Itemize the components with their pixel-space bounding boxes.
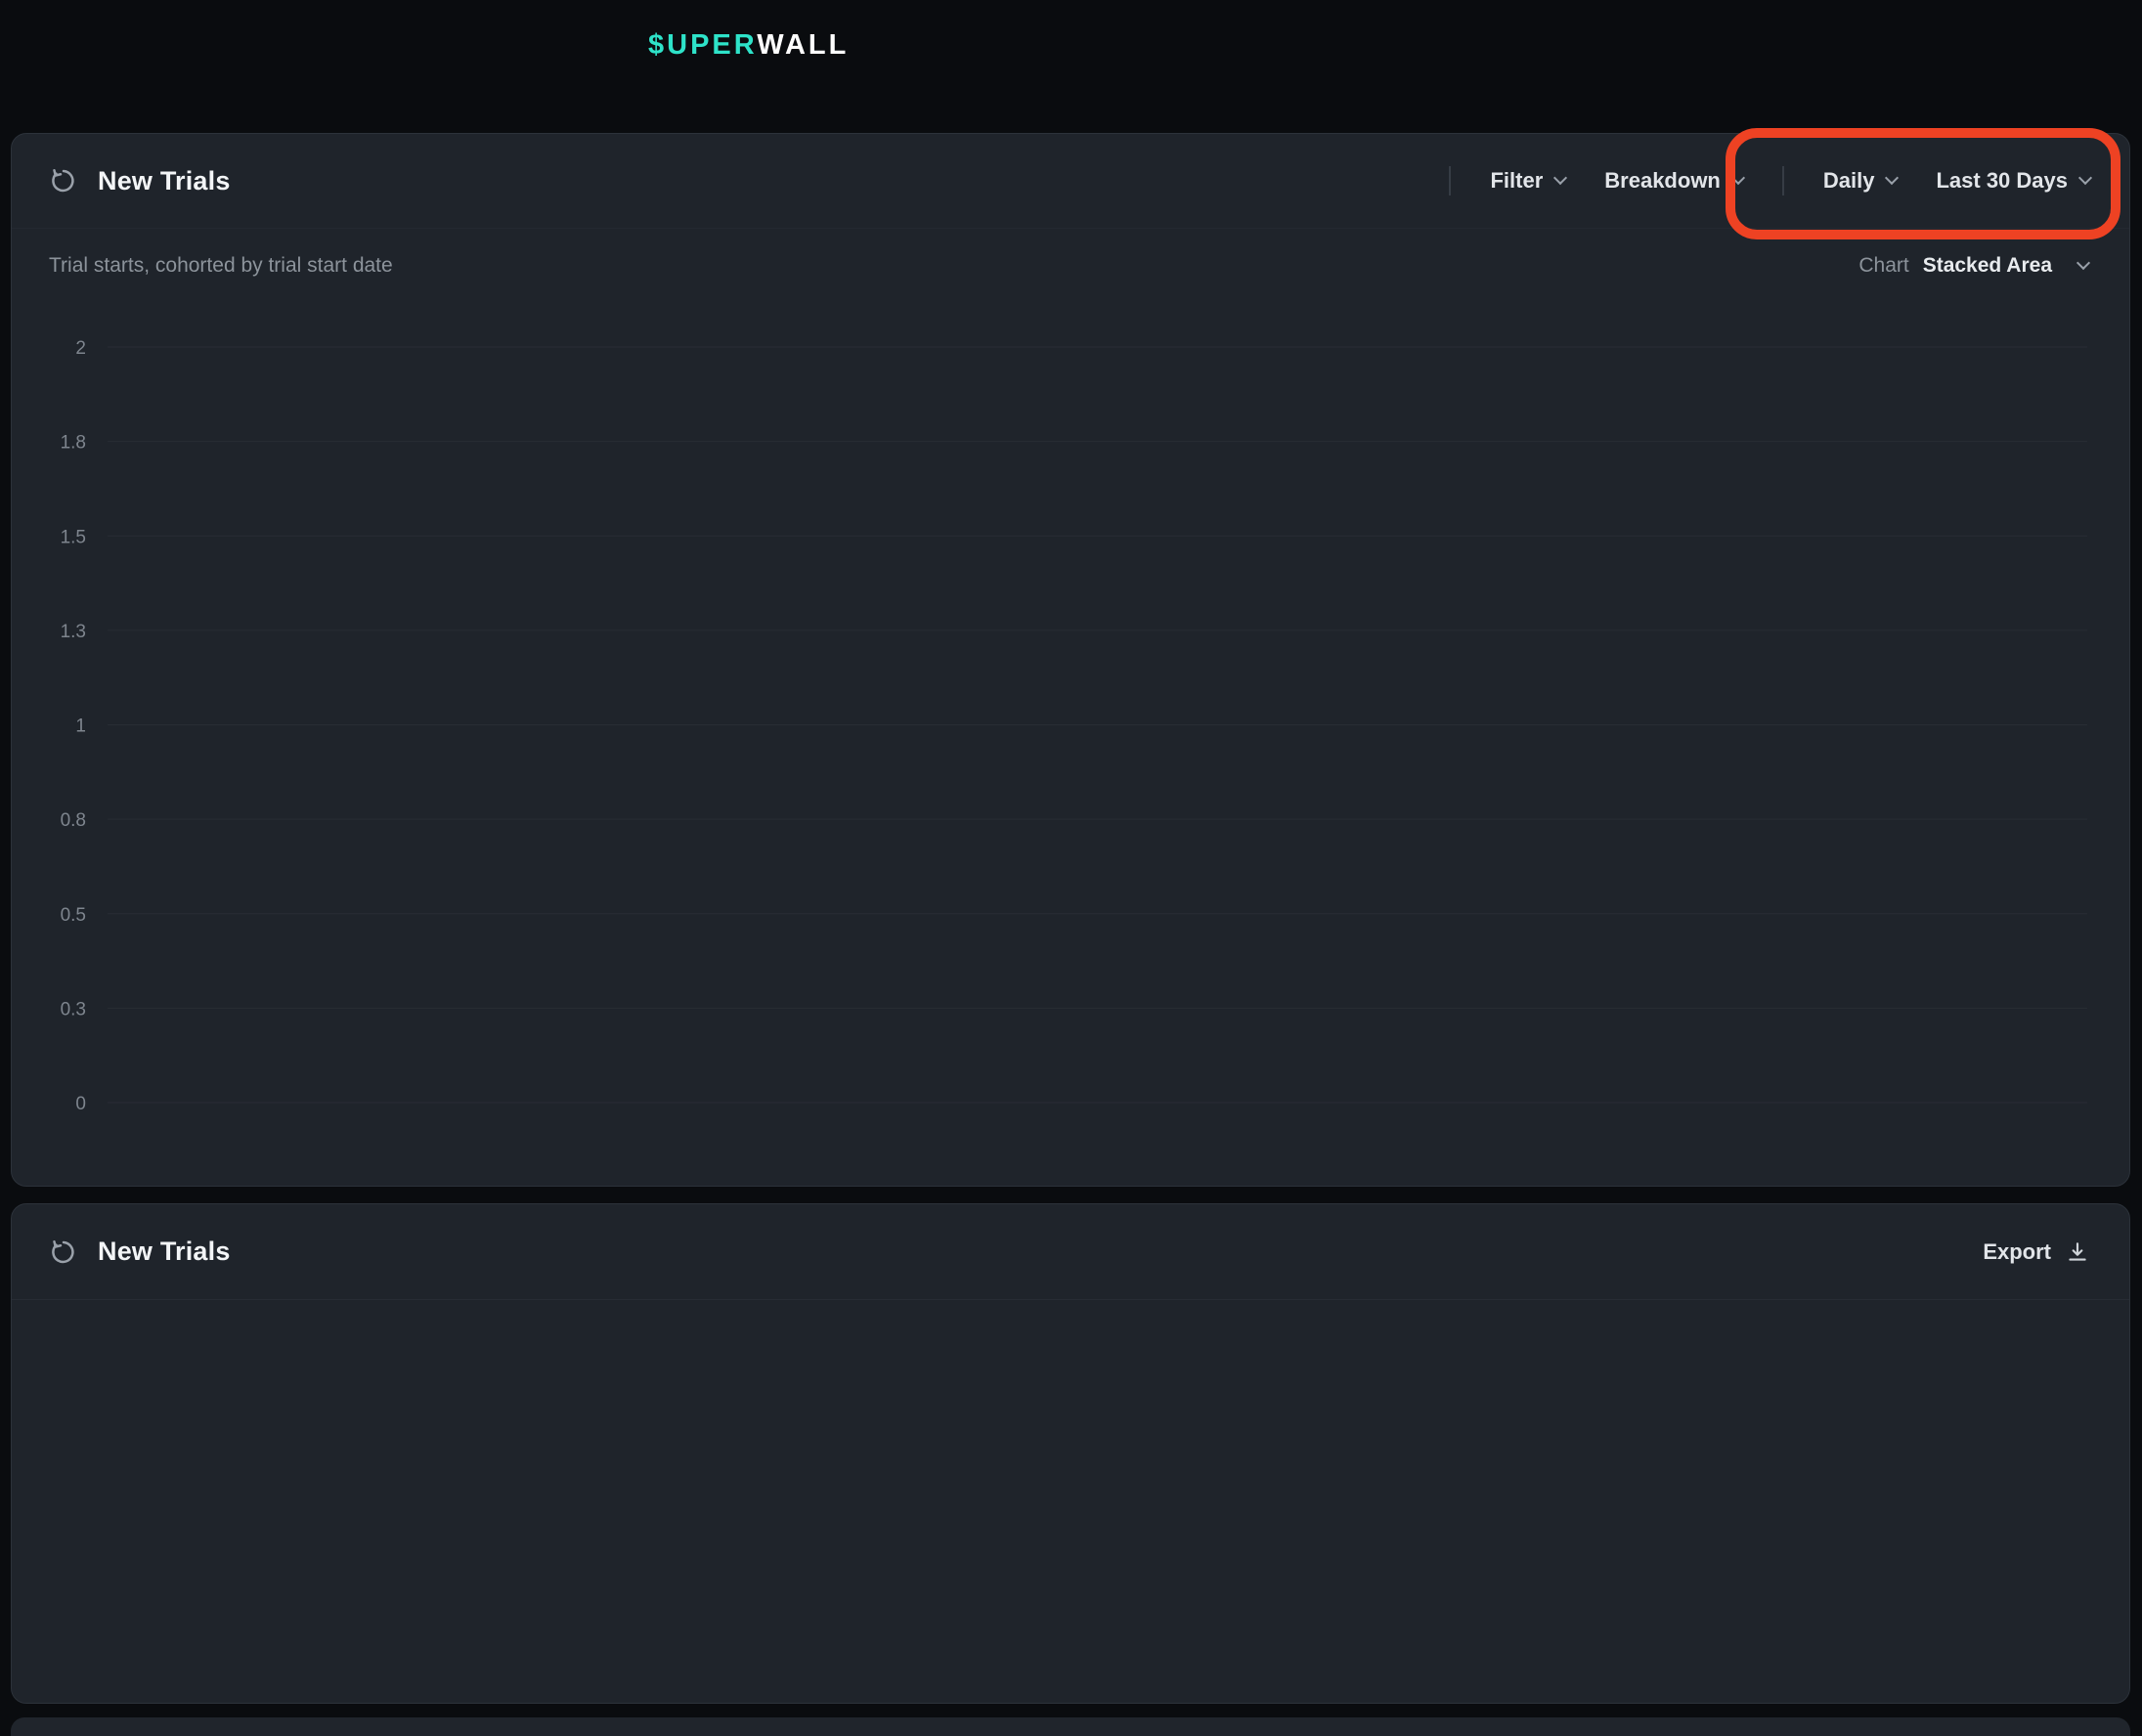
- new-trials-table-panel: New Trials Export: [11, 1203, 2130, 1704]
- history-icon: [49, 1237, 78, 1267]
- chart-subheader: Trial starts, cohorted by trial start da…: [12, 229, 2129, 278]
- chevron-down-icon: [1885, 170, 1899, 184]
- new-trials-chart-panel: New Trials Filter Breakdown Daily Last 3…: [11, 133, 2130, 1187]
- svg-text:2: 2: [75, 338, 86, 359]
- header-divider: [1782, 166, 1784, 195]
- chevron-down-icon: [2076, 255, 2090, 269]
- chart-panel-header: New Trials Filter Breakdown Daily Last 3…: [12, 134, 2129, 229]
- breakdown-button[interactable]: Breakdown: [1604, 168, 1743, 194]
- top-header: $UPERWALL: [0, 0, 2142, 108]
- interval-label: Daily: [1823, 168, 1875, 194]
- export-label: Export: [1983, 1239, 2051, 1265]
- table-panel-title: New Trials: [98, 1237, 231, 1267]
- table-panel-header: New Trials Export: [12, 1204, 2129, 1299]
- chart-type-label: Chart: [1858, 254, 1908, 278]
- svg-text:1.5: 1.5: [61, 527, 86, 547]
- chart-type-select[interactable]: Chart Stacked Area: [1858, 254, 2088, 278]
- header-divider: [1449, 166, 1451, 195]
- chevron-down-icon: [2078, 170, 2092, 184]
- chevron-down-icon: [1731, 170, 1745, 184]
- next-panel-edge: [11, 1717, 2130, 1736]
- date-range-select-button[interactable]: Last 30 Days: [1936, 168, 2090, 194]
- svg-text:0.5: 0.5: [61, 905, 86, 926]
- svg-text:0.8: 0.8: [61, 810, 86, 831]
- svg-text:1.3: 1.3: [61, 622, 86, 642]
- history-icon: [49, 166, 78, 195]
- svg-text:0.3: 0.3: [61, 999, 86, 1020]
- interval-select-button[interactable]: Daily: [1823, 168, 1898, 194]
- export-button[interactable]: Export: [1983, 1239, 2090, 1265]
- trials-area-chart: 0 0.3 0.5 0.8 1 1.3 1.5 1.8 2: [12, 134, 2130, 1187]
- breakdown-label: Breakdown: [1604, 168, 1721, 194]
- svg-text:0: 0: [75, 1094, 86, 1114]
- chart-subtitle: Trial starts, cohorted by trial start da…: [49, 254, 393, 278]
- superwall-logo[interactable]: $UPERWALL: [648, 29, 849, 62]
- logo-part-teal: $UPER: [648, 29, 757, 61]
- download-icon: [2065, 1239, 2090, 1265]
- logo-part-white: WALL: [757, 29, 849, 61]
- panel-title: New Trials: [98, 166, 231, 196]
- chart-type-value: Stacked Area: [1923, 254, 2052, 278]
- svg-text:1: 1: [75, 716, 86, 737]
- svg-text:1.8: 1.8: [61, 433, 86, 454]
- filter-label: Filter: [1490, 168, 1543, 194]
- trials-table: [12, 1299, 2130, 1695]
- filter-button[interactable]: Filter: [1490, 168, 1565, 194]
- date-range-label: Last 30 Days: [1936, 168, 2068, 194]
- chevron-down-icon: [1553, 170, 1567, 184]
